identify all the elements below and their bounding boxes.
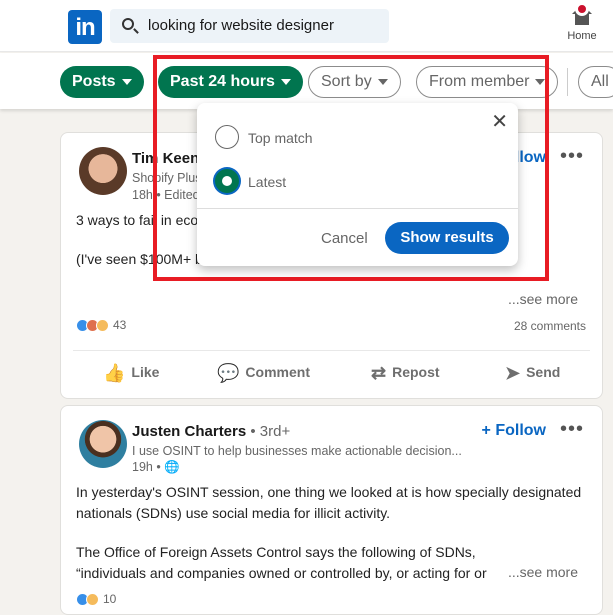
send-icon: ➤	[505, 363, 521, 383]
search-value: looking for website designer	[148, 17, 334, 34]
author-name[interactable]: Justen Charters • 3rd+	[132, 423, 290, 440]
post-text: In yesterday's OSINT session, one thing …	[76, 484, 582, 521]
linkedin-logo[interactable]: in	[68, 10, 102, 44]
notification-badge	[575, 2, 589, 16]
see-more-link[interactable]: ...see more	[508, 291, 578, 307]
divider	[197, 208, 518, 209]
send-button[interactable]: ➤ Send	[505, 363, 560, 384]
repost-button[interactable]: ⇄ Repost	[371, 363, 440, 384]
reactions-count[interactable]: 10	[76, 592, 116, 607]
thumbs-up-icon: 👍	[103, 363, 126, 383]
see-more-link[interactable]: ...see more	[508, 564, 578, 580]
filter-label: All	[591, 73, 609, 90]
connection-degree: • 3rd+	[250, 423, 291, 440]
close-icon[interactable]: ✕	[491, 109, 508, 134]
search-input[interactable]: looking for website designer	[110, 9, 389, 43]
post-card: Justen Charters • 3rd+ I use OSINT to he…	[60, 405, 603, 615]
post-text: The Office of Foreign Assets Control say…	[76, 544, 487, 581]
reactions-count[interactable]: 43	[76, 318, 126, 333]
top-nav-bar: in looking for website designer Home	[0, 0, 613, 52]
comment-button[interactable]: 💬 Comment	[217, 363, 310, 384]
repost-icon: ⇄	[371, 363, 387, 383]
like-button[interactable]: 👍 Like	[103, 363, 159, 384]
radio-latest[interactable]	[215, 169, 239, 193]
post-meta: 19h • 🌐	[132, 460, 180, 474]
avatar[interactable]	[79, 147, 127, 195]
comments-count[interactable]: 28 comments	[514, 319, 586, 333]
insightful-reaction-icon	[96, 319, 109, 333]
radio-top-match[interactable]	[215, 125, 239, 149]
home-label: Home	[567, 30, 597, 42]
filter-posts[interactable]: Posts	[60, 66, 144, 98]
divider	[567, 68, 568, 96]
author-headline: I use OSINT to help businesses make acti…	[132, 444, 462, 458]
globe-icon: 🌐	[164, 460, 180, 474]
cancel-button[interactable]: Cancel	[321, 230, 368, 247]
filter-label: Posts	[72, 73, 116, 90]
nav-home[interactable]: Home	[560, 2, 604, 42]
show-results-button[interactable]: Show results	[385, 222, 509, 254]
search-icon	[122, 18, 134, 30]
follow-button[interactable]: + Follow	[482, 422, 546, 440]
avatar[interactable]	[79, 420, 127, 468]
filter-all[interactable]: All	[578, 66, 613, 98]
comment-icon: 💬	[217, 363, 240, 383]
option-label[interactable]: Latest	[248, 174, 286, 190]
sort-dropdown: ✕ Top match Latest Cancel Show results	[197, 103, 518, 266]
post-actions: 👍 Like 💬 Comment ⇄ Repost ➤ Send	[73, 350, 590, 390]
home-icon	[571, 2, 593, 26]
more-options-icon[interactable]: •••	[560, 418, 584, 441]
caret-down-icon	[121, 78, 132, 85]
option-label[interactable]: Top match	[248, 130, 313, 146]
more-options-icon[interactable]: •••	[560, 145, 584, 168]
